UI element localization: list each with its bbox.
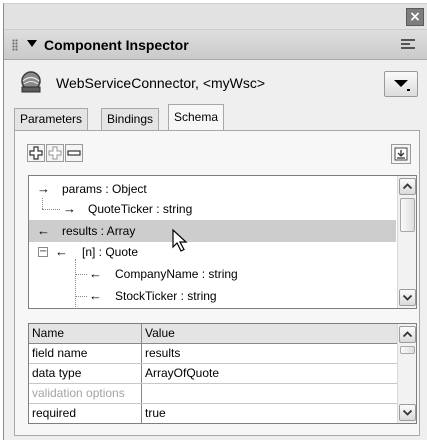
table-row[interactable]: validation options bbox=[29, 384, 399, 404]
field-properties-grid[interactable]: Name Value field name results data type … bbox=[28, 323, 417, 424]
table-row[interactable]: field name results bbox=[29, 344, 399, 364]
collapse-triangle-icon[interactable] bbox=[26, 37, 38, 51]
tree-item[interactable]: ← CompanyName : string bbox=[29, 263, 396, 285]
component-menu-button[interactable] bbox=[384, 71, 418, 97]
output-arrow-icon: ← bbox=[89, 288, 102, 303]
tree-item[interactable]: → params : Object bbox=[29, 178, 396, 200]
tab-parameters[interactable]: Parameters bbox=[14, 108, 89, 130]
close-panel-button[interactable]: × bbox=[406, 8, 424, 26]
tree-item[interactable]: ← results : Array bbox=[29, 220, 396, 242]
remove-field-icon bbox=[67, 150, 81, 156]
grid-header: Name Value bbox=[29, 324, 399, 344]
scroll-up-button[interactable] bbox=[399, 326, 416, 343]
panel-top-bar: × bbox=[4, 4, 427, 30]
scroll-thumb[interactable] bbox=[400, 346, 415, 354]
grid-scrollbar[interactable] bbox=[397, 324, 416, 423]
tree-item[interactable]: ← [n] : Quote bbox=[29, 241, 396, 263]
schema-tree[interactable]: → params : Object → QuoteTicker : string… bbox=[28, 175, 417, 309]
table-row[interactable]: required true bbox=[29, 404, 399, 423]
tree-scrollbar[interactable] bbox=[397, 176, 416, 308]
input-arrow-icon: → bbox=[63, 201, 76, 216]
add-field-button[interactable] bbox=[27, 144, 45, 162]
output-arrow-icon: ← bbox=[55, 244, 68, 259]
tab-bindings[interactable]: Bindings bbox=[101, 108, 160, 130]
scroll-down-button[interactable] bbox=[399, 289, 416, 306]
web-service-icon bbox=[21, 71, 41, 93]
panel-title-bar[interactable]: Component Inspector bbox=[4, 30, 427, 60]
output-arrow-icon: ← bbox=[89, 266, 102, 281]
add-child-field-icon bbox=[48, 146, 62, 160]
import-schema-icon bbox=[394, 147, 408, 161]
remove-field-button[interactable] bbox=[65, 144, 83, 162]
import-schema-button[interactable] bbox=[391, 144, 411, 164]
tab-schema[interactable]: Schema bbox=[168, 104, 225, 131]
chevron-down-icon bbox=[394, 80, 410, 91]
component-name: WebServiceConnector, <myWsc> bbox=[56, 75, 266, 91]
add-field-icon bbox=[29, 146, 43, 160]
add-child-field-button[interactable] bbox=[46, 144, 64, 162]
output-arrow-icon: ← bbox=[37, 223, 50, 238]
scroll-up-button[interactable] bbox=[399, 178, 416, 195]
panel-title: Component Inspector bbox=[44, 37, 189, 53]
input-arrow-icon: → bbox=[37, 181, 50, 196]
scroll-thumb[interactable] bbox=[400, 198, 415, 232]
panel-options-menu-icon[interactable] bbox=[401, 39, 415, 51]
tree-item[interactable]: ← StockTicker : string bbox=[29, 285, 396, 307]
table-row[interactable]: data type ArrayOfQuote bbox=[29, 364, 399, 384]
scroll-down-button[interactable] bbox=[399, 404, 416, 421]
tree-item[interactable]: → QuoteTicker : string bbox=[29, 198, 396, 220]
column-header-name: Name bbox=[29, 324, 142, 343]
component-inspector-panel: × Component Inspector WebServiceConnecto… bbox=[3, 3, 427, 440]
drag-grip-icon[interactable] bbox=[12, 39, 18, 51]
column-header-value: Value bbox=[145, 326, 175, 340]
